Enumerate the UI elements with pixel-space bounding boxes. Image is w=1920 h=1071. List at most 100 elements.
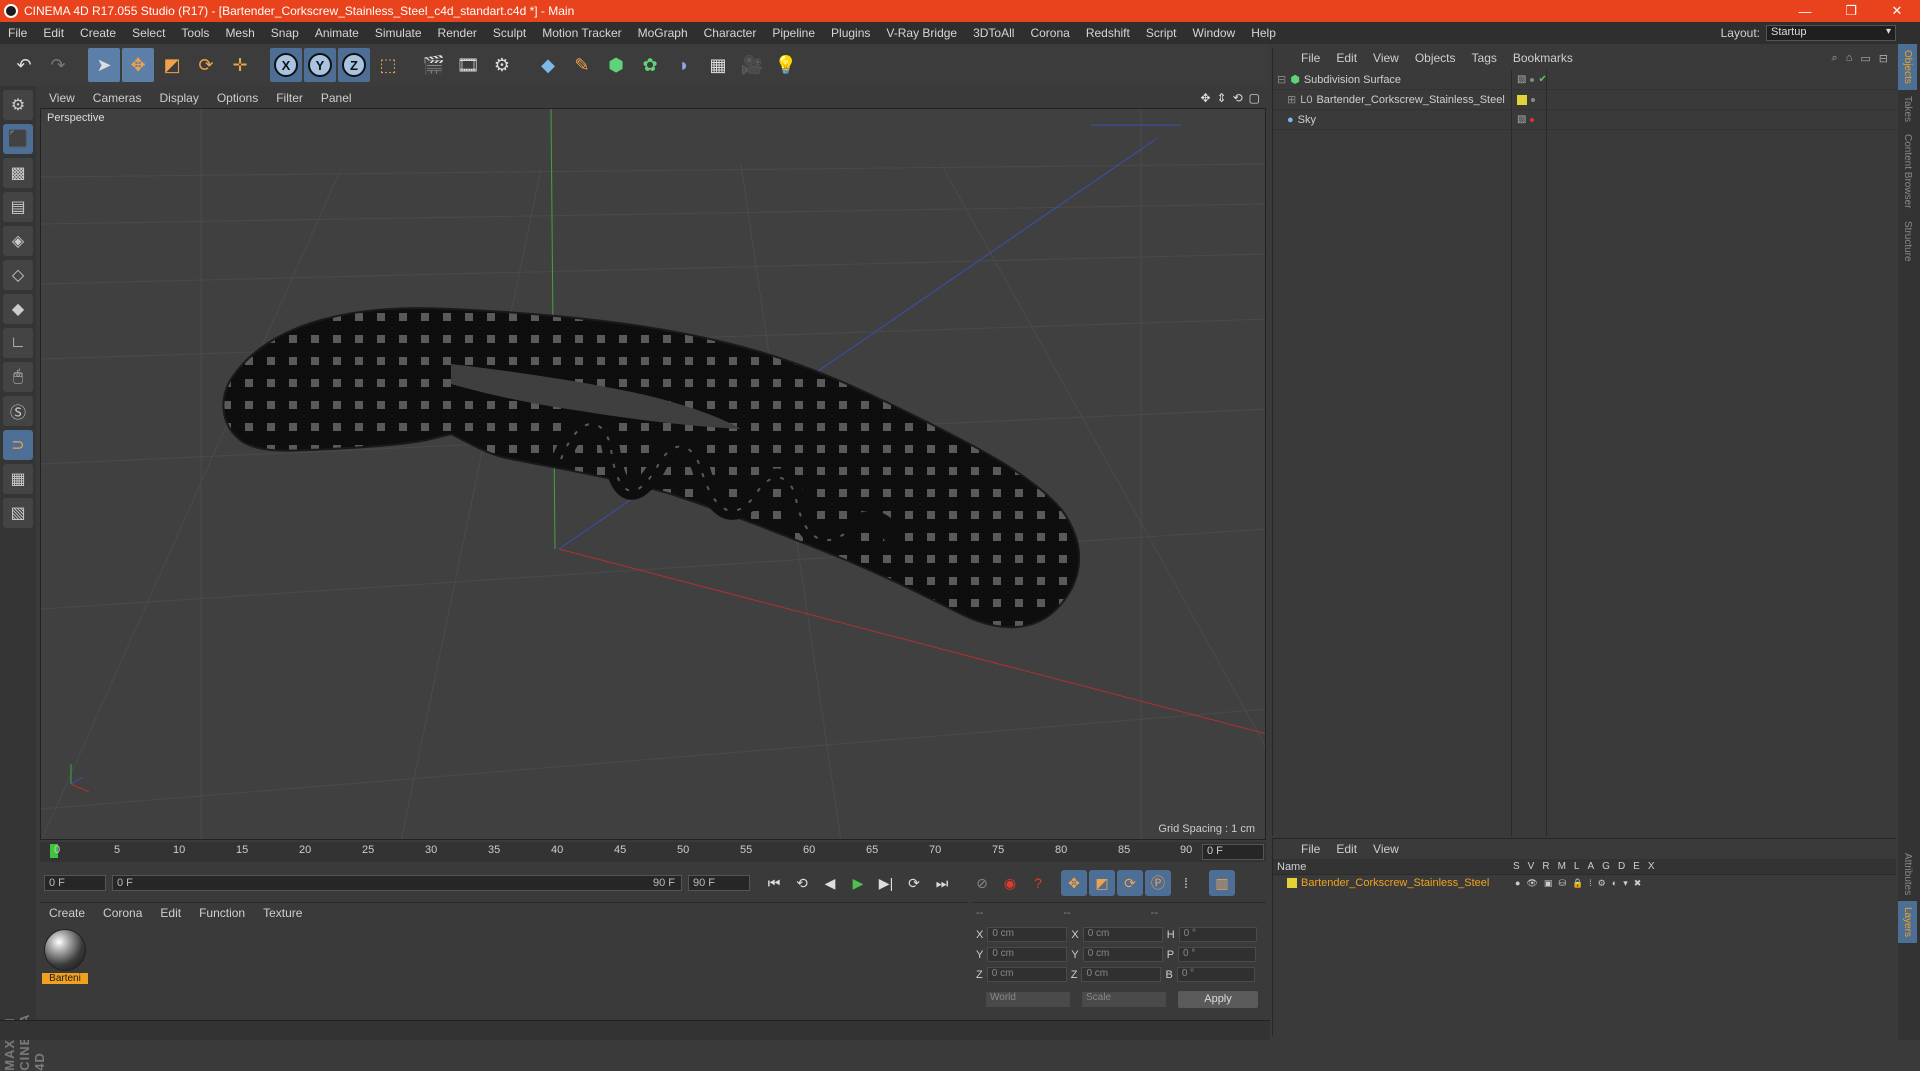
menu-corona[interactable]: Corona bbox=[1022, 26, 1077, 40]
key-pla-icon[interactable]: ⁞ bbox=[1173, 870, 1199, 896]
menu-vray-bridge[interactable]: V-Ray Bridge bbox=[878, 26, 965, 40]
objects-menu-bookmarks[interactable]: Bookmarks bbox=[1505, 51, 1581, 65]
subdivision-generator-icon[interactable]: ⬢ bbox=[600, 48, 632, 82]
tab-content-browser[interactable]: Content Browser bbox=[1898, 128, 1917, 214]
search-icon[interactable]: ⌕ bbox=[1832, 52, 1838, 65]
position-y-field[interactable]: 0 cm bbox=[987, 947, 1068, 962]
deformer-icon[interactable]: ◗ bbox=[668, 48, 700, 82]
camera-icon[interactable]: 🎥 bbox=[736, 48, 768, 82]
size-x-field[interactable]: 0 cm bbox=[1082, 927, 1163, 942]
objects-menu-tags[interactable]: Tags bbox=[1464, 51, 1505, 65]
previous-key-icon[interactable]: ⟲ bbox=[789, 870, 815, 896]
layers-menu-view[interactable]: View bbox=[1365, 842, 1407, 856]
close-button[interactable]: ✕ bbox=[1874, 3, 1920, 19]
render-picture-viewer-icon[interactable]: 🎞 bbox=[452, 48, 484, 82]
menu-render[interactable]: Render bbox=[430, 26, 485, 40]
material-menu-function[interactable]: Function bbox=[190, 906, 254, 920]
menu-redshift[interactable]: Redshift bbox=[1078, 26, 1138, 40]
rotate-tool-icon[interactable]: ⟳ bbox=[190, 48, 222, 82]
undo-icon[interactable]: ↶ bbox=[8, 48, 40, 82]
objects-menu-view[interactable]: View bbox=[1365, 51, 1407, 65]
workplane-mode-icon[interactable]: ▤ bbox=[3, 192, 33, 222]
maximize-button[interactable]: ❐ bbox=[1828, 3, 1874, 19]
redo-icon[interactable]: ↷ bbox=[42, 48, 74, 82]
key-position-icon[interactable]: ✥ bbox=[1061, 870, 1087, 896]
key-parameter-icon[interactable]: Ⓟ bbox=[1145, 870, 1171, 896]
viewport-menu-view[interactable]: View bbox=[40, 91, 84, 105]
play-forward-icon[interactable]: ▶ bbox=[845, 870, 871, 896]
current-frame-field[interactable]: 0 F bbox=[1202, 844, 1264, 860]
mograph-cloner-icon[interactable]: ✿ bbox=[634, 48, 666, 82]
layer-toggles[interactable]: ● 👁 ▣ ⛁ 🔒 ⁞ ⚙ ◐ ▾ ✖ bbox=[1515, 878, 1641, 889]
go-to-start-icon[interactable]: ⏮ bbox=[761, 870, 787, 896]
objects-menu-file[interactable]: File bbox=[1293, 51, 1328, 65]
z-axis-lock-icon[interactable]: Z bbox=[338, 48, 370, 82]
record-keyframe-icon[interactable]: ◉ bbox=[997, 870, 1023, 896]
viewport-menu-filter[interactable]: Filter bbox=[267, 91, 312, 105]
layers-menu-file[interactable]: File bbox=[1293, 842, 1328, 856]
tree-row[interactable]: ⊞ L0 Bartender_Corkscrew_Stainless_Steel bbox=[1273, 90, 1897, 110]
polygons-mode-icon[interactable]: ◆ bbox=[3, 294, 33, 324]
menu-help[interactable]: Help bbox=[1243, 26, 1284, 40]
next-key-icon[interactable]: ⟳ bbox=[901, 870, 927, 896]
position-z-field[interactable]: 0 cm bbox=[986, 967, 1067, 982]
position-x-field[interactable]: 0 cm bbox=[987, 927, 1068, 942]
tab-layers[interactable]: Layers bbox=[1898, 901, 1917, 944]
size-y-field[interactable]: 0 cm bbox=[1082, 947, 1163, 962]
end-frame-field[interactable]: 90 F bbox=[688, 875, 750, 891]
floor-environment-icon[interactable]: ▦ bbox=[702, 48, 734, 82]
workplane-lock-icon[interactable]: ▦ bbox=[3, 464, 33, 494]
menu-file[interactable]: File bbox=[0, 26, 35, 40]
make-editable-icon[interactable]: ⚙ bbox=[3, 90, 33, 120]
rotation-h-field[interactable]: 0 ° bbox=[1178, 927, 1257, 942]
x-axis-lock-icon[interactable]: X bbox=[270, 48, 302, 82]
menu-edit[interactable]: Edit bbox=[35, 26, 72, 40]
perspective-viewport[interactable]: Perspective Grid Spacing: 1 cm bbox=[40, 108, 1266, 840]
viewport-menu-cameras[interactable]: Cameras bbox=[84, 91, 151, 105]
menu-pipeline[interactable]: Pipeline bbox=[764, 26, 823, 40]
menu-tools[interactable]: Tools bbox=[173, 26, 217, 40]
home-icon[interactable]: ⌂ bbox=[1846, 52, 1853, 65]
live-selection-icon[interactable]: ✛ bbox=[224, 48, 256, 82]
start-frame-field[interactable]: 0 F bbox=[44, 875, 106, 891]
size-mode-dropdown[interactable]: Scale bbox=[1082, 992, 1166, 1007]
menu-select[interactable]: Select bbox=[124, 26, 173, 40]
tree-row[interactable]: ⊟ ⬢ Subdivision Surface ▧ ✔ bbox=[1273, 70, 1897, 90]
tab-takes[interactable]: Takes bbox=[1898, 90, 1917, 128]
expand-icon[interactable]: ⊞ bbox=[1287, 93, 1296, 106]
axis-mode-icon[interactable]: ∟ bbox=[3, 328, 33, 358]
maximize-view-icon[interactable]: ▢ bbox=[1249, 91, 1260, 105]
layers-menu-edit[interactable]: Edit bbox=[1328, 842, 1365, 856]
points-mode-icon[interactable]: ◈ bbox=[3, 226, 33, 256]
objects-menu-edit[interactable]: Edit bbox=[1328, 51, 1365, 65]
menu-plugins[interactable]: Plugins bbox=[823, 26, 878, 40]
menu-motion-tracker[interactable]: Motion Tracker bbox=[534, 26, 629, 40]
layer-color-swatch[interactable] bbox=[1287, 878, 1297, 888]
edges-mode-icon[interactable]: ◇ bbox=[3, 260, 33, 290]
apply-button[interactable]: Apply bbox=[1178, 991, 1258, 1008]
go-to-end-icon[interactable]: ⏭ bbox=[929, 870, 955, 896]
menu-script[interactable]: Script bbox=[1138, 26, 1185, 40]
autokeying-icon[interactable]: ? bbox=[1025, 870, 1051, 896]
light-bulb-icon[interactable]: 💡 bbox=[770, 48, 802, 82]
objects-menu-objects[interactable]: Objects bbox=[1407, 51, 1464, 65]
menu-window[interactable]: Window bbox=[1185, 26, 1244, 40]
cube-primitive-icon[interactable]: ◆ bbox=[532, 48, 564, 82]
material-menu-texture[interactable]: Texture bbox=[254, 906, 311, 920]
y-axis-lock-icon[interactable]: Y bbox=[304, 48, 336, 82]
menu-3dtoall[interactable]: 3DToAll bbox=[965, 26, 1022, 40]
select-arrow-icon[interactable]: ➤ bbox=[88, 48, 120, 82]
coordinate-space-dropdown[interactable]: World bbox=[986, 992, 1070, 1007]
autokey-icon[interactable]: ⊘ bbox=[969, 870, 995, 896]
panel-expand-icon[interactable]: ⊟ bbox=[1879, 52, 1888, 65]
render-view-icon[interactable]: 🎬 bbox=[418, 48, 450, 82]
menu-sculpt[interactable]: Sculpt bbox=[485, 26, 534, 40]
tweak-mode-icon[interactable]: 🖱 bbox=[3, 362, 33, 392]
move-tool-icon[interactable]: ✥ bbox=[122, 48, 154, 82]
new-view-icon[interactable]: ▭ bbox=[1860, 52, 1870, 65]
key-rotation-icon[interactable]: ⟳ bbox=[1117, 870, 1143, 896]
viewport-menu-display[interactable]: Display bbox=[150, 91, 207, 105]
size-z-field[interactable]: 0 cm bbox=[1081, 967, 1162, 982]
material-swatch[interactable]: Barteni bbox=[42, 929, 88, 984]
layer-row[interactable]: Bartender_Corkscrew_Stainless_Steel ● 👁 ▣ ⛁… bbox=[1273, 875, 1896, 891]
